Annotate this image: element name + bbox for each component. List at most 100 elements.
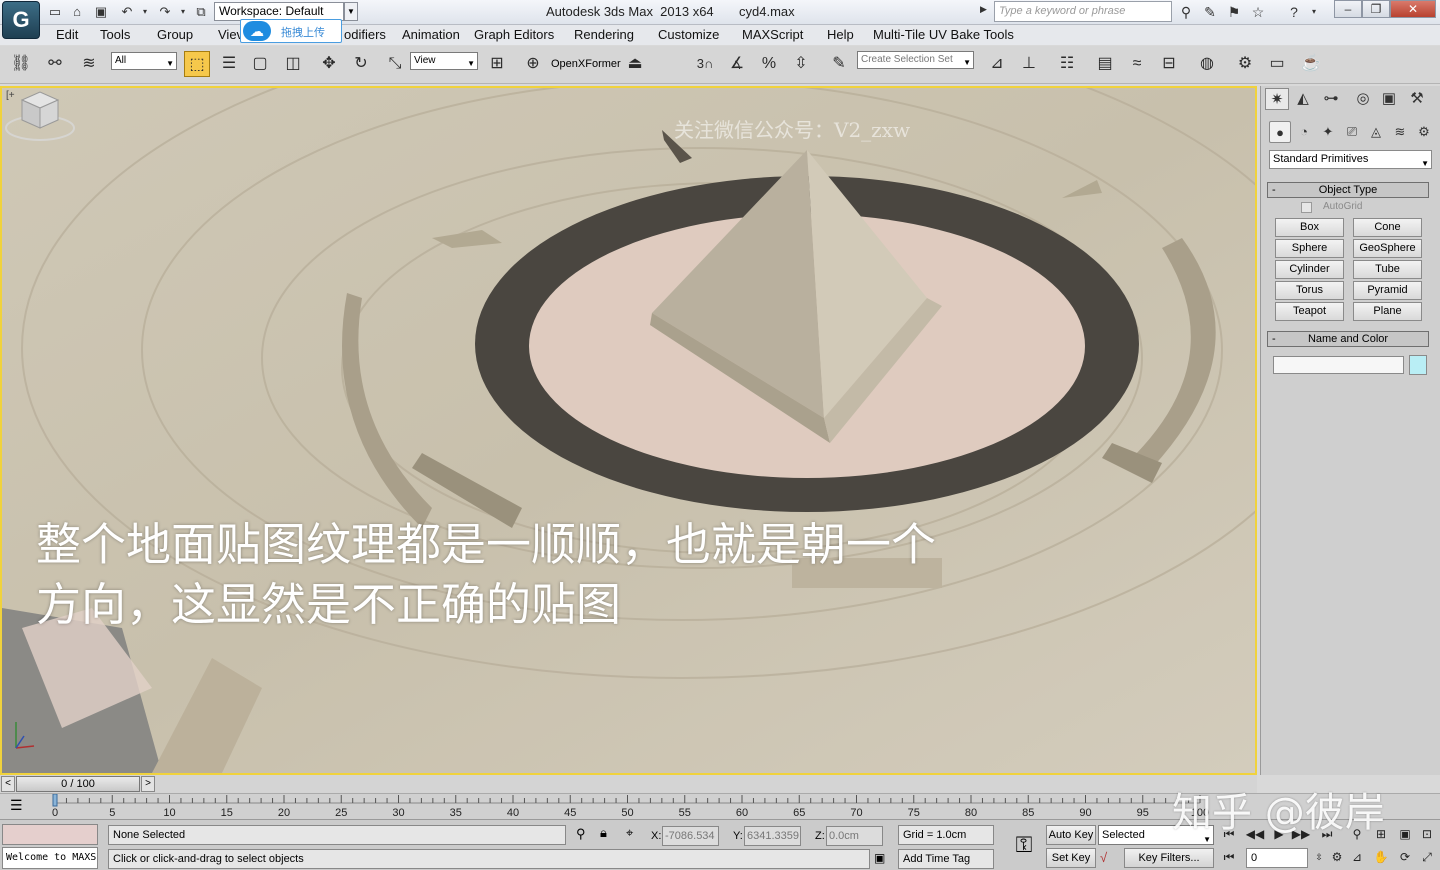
link-icon[interactable]: ⛓ [8, 51, 34, 77]
select-object-icon[interactable]: ⬚ [184, 51, 210, 77]
save-icon[interactable]: ▣ [92, 3, 110, 21]
keyboard-shortcut-toggle-icon[interactable]: ⏏ [622, 51, 648, 77]
menu-help[interactable]: Help [827, 27, 854, 42]
space-warps-icon[interactable]: ≋ [1389, 121, 1411, 143]
percent-snap-icon[interactable]: % [756, 51, 782, 77]
menu-tools[interactable]: Tools [100, 27, 130, 42]
move-icon[interactable]: ✥ [316, 51, 342, 77]
cameras-icon[interactable]: ⎚ [1341, 121, 1363, 143]
time-slider[interactable]: < 0 / 100 > [0, 775, 1257, 793]
pivot-center-icon[interactable]: ⊞ [484, 51, 510, 77]
communication-center-icon[interactable]: ⚑ [1224, 2, 1244, 22]
maximize-icon[interactable]: ❐ [1362, 0, 1390, 18]
lights-icon[interactable]: ✦ [1317, 121, 1339, 143]
menu-multitile-uv-bake[interactable]: Multi-Tile UV Bake Tools [873, 27, 1014, 42]
systems-icon[interactable]: ⚙ [1413, 121, 1435, 143]
menu-group[interactable]: Group [157, 27, 193, 42]
subscription-icon[interactable]: ✎ [1200, 2, 1220, 22]
mirror-icon[interactable]: ⊿ [984, 51, 1010, 77]
rectangular-selection-icon[interactable]: ▢ [247, 51, 273, 77]
unlink-icon[interactable]: ⚯ [42, 51, 68, 77]
orbit-icon[interactable]: ⟳ [1394, 848, 1416, 866]
box-button[interactable]: Box [1275, 218, 1344, 237]
cone-button[interactable]: Cone [1353, 218, 1422, 237]
plane-button[interactable]: Plane [1353, 302, 1422, 321]
openxformer-label[interactable]: OpenXFormer [551, 58, 621, 70]
select-by-name-icon[interactable]: ☰ [216, 51, 242, 77]
display-tab-icon[interactable]: ▣ [1377, 88, 1401, 110]
set-key-icon[interactable]: ⚿ [1006, 830, 1042, 860]
rotate-icon[interactable]: ↻ [348, 51, 374, 77]
close-icon[interactable]: ✕ [1390, 0, 1436, 18]
y-coordinate-field[interactable]: 6341.3359 [744, 826, 801, 846]
current-frame-marker[interactable] [52, 794, 58, 807]
new-file-icon[interactable]: ▭ [46, 3, 64, 21]
select-manipulate-icon[interactable]: ⊕ [520, 51, 546, 77]
minimize-icon[interactable]: – [1334, 0, 1362, 18]
layer-manager-icon[interactable]: ☷ [1054, 51, 1080, 77]
render-production-icon[interactable]: ☕ [1298, 51, 1324, 77]
named-selection-sets-dropdown[interactable]: Create Selection Set ▼ [857, 51, 974, 69]
upload-overlay[interactable]: ☁ 拖拽上传 [240, 19, 342, 43]
menu-modifiers[interactable]: odifiers [344, 27, 386, 42]
schematic-view-icon[interactable]: ⊟ [1156, 51, 1182, 77]
add-time-tag-button[interactable]: Add Time Tag [898, 849, 994, 869]
reference-coordinate-dropdown[interactable]: View ▼ [410, 52, 478, 70]
object-color-swatch[interactable] [1409, 355, 1427, 375]
shapes-icon[interactable]: ◔ [1293, 121, 1315, 143]
rendered-frame-window-icon[interactable]: ▭ [1264, 51, 1290, 77]
angle-snap-icon[interactable]: ∡ [724, 51, 750, 77]
menu-customize[interactable]: Customize [658, 27, 719, 42]
selection-filter-dropdown[interactable]: All ▼ [111, 52, 177, 70]
auto-key-button[interactable]: Auto Key [1046, 825, 1096, 845]
open-file-icon[interactable]: ⌂ [68, 3, 86, 21]
favorites-icon[interactable]: ☆ [1248, 2, 1268, 22]
hierarchy-tab-icon[interactable]: ⊶ [1319, 88, 1343, 110]
tube-button[interactable]: Tube [1353, 260, 1422, 279]
spinner-snap-icon[interactable]: ⇳ [788, 51, 814, 77]
selection-lock-icon[interactable]: 🔒︎ [600, 825, 607, 841]
next-frame-arrow-icon[interactable]: > [141, 776, 155, 792]
geometry-icon[interactable]: ● [1269, 121, 1291, 143]
maxscript-output[interactable]: Welcome to MAXS [2, 847, 98, 869]
pyramid-button[interactable]: Pyramid [1353, 281, 1422, 300]
cylinder-button[interactable]: Cylinder [1275, 260, 1344, 279]
absolute-mode-icon[interactable]: ⌖ [626, 825, 633, 841]
time-slider-thumb[interactable]: 0 / 100 [16, 776, 140, 792]
maximize-viewport-icon[interactable]: ⤢ [1416, 848, 1438, 866]
menu-rendering[interactable]: Rendering [574, 27, 634, 42]
scale-icon[interactable]: ⤡ [382, 51, 408, 77]
maxscript-listener-mini[interactable] [2, 824, 98, 845]
utilities-tab-icon[interactable]: ⚒ [1405, 88, 1429, 110]
menu-graph-editors[interactable]: Graph Editors [474, 27, 554, 42]
create-tab-icon[interactable]: ✷ [1265, 88, 1289, 110]
redo-dropdown-icon[interactable]: ▾ [174, 3, 192, 21]
modify-tab-icon[interactable]: ◭ [1291, 88, 1315, 110]
curve-editor-icon[interactable]: ≈ [1124, 51, 1150, 77]
z-coordinate-field[interactable]: 0.0cm [826, 826, 883, 846]
autogrid-checkbox[interactable] [1301, 202, 1312, 213]
binoculars-icon[interactable]: ⚲ [1176, 2, 1196, 22]
bind-space-warp-icon[interactable]: ≋ [76, 51, 102, 77]
undo-icon[interactable]: ↶ [118, 3, 136, 21]
object-category-dropdown[interactable]: Standard Primitives ▼ [1269, 150, 1432, 169]
workspace-dropdown-icon[interactable]: ▼ [344, 2, 358, 21]
undo-dropdown-icon[interactable]: ▾ [136, 3, 154, 21]
align-icon[interactable]: ⊥ [1016, 51, 1042, 77]
geosphere-button[interactable]: GeoSphere [1353, 239, 1422, 258]
field-of-view-icon[interactable]: ⊿ [1346, 848, 1368, 866]
prev-frame-arrow-icon[interactable]: < [1, 776, 15, 792]
key-tangent-icon[interactable]: √ [1100, 850, 1107, 865]
helpers-icon[interactable]: ◬ [1365, 121, 1387, 143]
graphite-ribbon-icon[interactable]: ▤ [1092, 51, 1118, 77]
x-coordinate-field[interactable]: -7086.534 [662, 826, 719, 846]
zoom-extents-all-icon[interactable]: ⊡ [1416, 825, 1438, 843]
material-editor-icon[interactable]: ◍ [1194, 51, 1220, 77]
menu-edit[interactable]: Edit [56, 27, 78, 42]
time-tag-icon[interactable]: ▣ [874, 851, 885, 865]
key-filters-button[interactable]: Key Filters... [1124, 848, 1214, 868]
edit-named-selection-icon[interactable]: ✎ [826, 51, 852, 77]
key-mode-toggle-icon[interactable]: ⏮ [1218, 848, 1240, 866]
search-expand-icon[interactable]: ▶ [980, 4, 987, 15]
torus-button[interactable]: Torus [1275, 281, 1344, 300]
